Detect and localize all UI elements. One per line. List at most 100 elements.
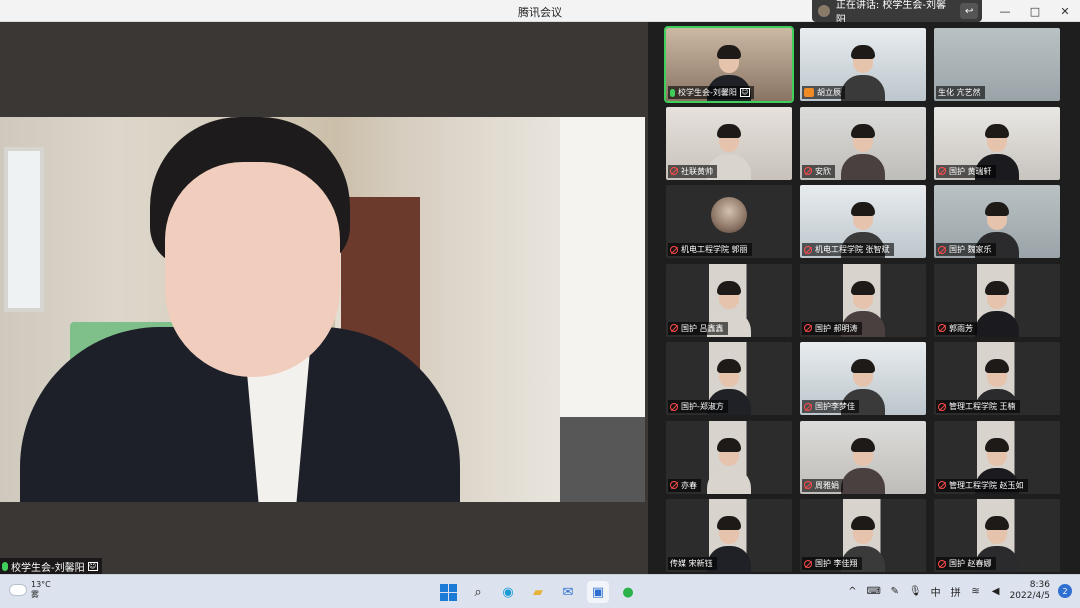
- participant-name: 郭雨芳: [949, 323, 973, 333]
- participant-name-tag: 机电工程学院 郭丽: [668, 243, 752, 256]
- participant-name-tag: 国护 魏家乐: [936, 243, 996, 256]
- background-floor: [560, 417, 645, 502]
- mic-muted-icon: [804, 402, 812, 411]
- participant-tile[interactable]: 管理工程学院 赵玉如: [934, 420, 1060, 494]
- participant-tile[interactable]: 周雅娟: [800, 420, 926, 494]
- participant-name-tag: 国护 赵春娜: [936, 557, 996, 570]
- host-icon: [804, 88, 814, 97]
- participant-tile[interactable]: 机电工程学院 张智斌: [800, 185, 926, 258]
- speaking-banner[interactable]: 正在讲话: 校学生会-刘馨阳 ↩: [812, 0, 982, 26]
- participant-tile[interactable]: 国护-郑淑方: [666, 342, 792, 415]
- microphone-icon[interactable]: 🎙: [909, 581, 922, 601]
- main-video-area[interactable]: 校学生会-刘馨阳 ☺: [0, 22, 648, 574]
- person-frame-icon: ☺: [87, 561, 98, 571]
- wifi-icon[interactable]: ≋: [970, 581, 982, 601]
- participant-name: 管理工程学院 赵玉如: [949, 480, 1024, 490]
- clock-time: 8:36: [1029, 580, 1050, 590]
- pen-icon[interactable]: ✎: [889, 581, 901, 601]
- participant-name: 生化 亢艺然: [938, 88, 981, 97]
- participant-tile[interactable]: 社联黄帅: [666, 106, 792, 180]
- participant-tile[interactable]: 国护 魏家乐: [934, 185, 1060, 258]
- edge-browser-icon[interactable]: ◉: [497, 581, 519, 603]
- background-wall: [560, 117, 645, 417]
- mic-on-icon: [670, 88, 675, 97]
- participant-tile[interactable]: 国护 李佳翔: [800, 499, 926, 572]
- participant-name-tag: 国护 李佳翔: [802, 557, 862, 570]
- maximize-button[interactable]: □: [1020, 0, 1050, 22]
- participant-tile[interactable]: 国护 吕鑫鑫: [666, 263, 792, 337]
- file-explorer-icon[interactable]: ▰: [527, 581, 549, 603]
- participant-tile[interactable]: 亦春: [666, 420, 792, 494]
- participant-gallery[interactable]: 校学生会-刘馨阳 ☺ 胡立辰 生化 亢艺然社联黄帅 安欣 国护 黄瑞轩机电工程学院 郭丽 机…: [648, 22, 1080, 574]
- windows-start-icon[interactable]: [437, 581, 459, 603]
- speaker-face: [165, 162, 340, 377]
- participant-name-tag: 机电工程学院 张智斌: [802, 243, 894, 256]
- participant-tile[interactable]: 传媒 宋新钰: [666, 499, 792, 572]
- participant-name-tag: 国护 郝明涛: [802, 321, 862, 335]
- mic-muted-icon: [938, 402, 946, 411]
- keyboard-icon[interactable]: ⌨: [866, 581, 880, 601]
- speaker-icon[interactable]: ◀: [990, 581, 1002, 601]
- participant-name: 机电工程学院 郭丽: [681, 245, 748, 254]
- mic-muted-icon: [804, 481, 812, 489]
- participant-name-tag: 国护李梦佳: [802, 400, 859, 413]
- mic-muted-icon: [804, 559, 812, 568]
- ime-mode[interactable]: 中: [930, 581, 942, 601]
- participant-name: 国护 吕鑫鑫: [681, 323, 724, 333]
- participant-figure: [841, 45, 885, 101]
- participant-name-tag: 周雅娟: [802, 478, 843, 492]
- participant-name-tag: 传媒 宋新钰: [668, 557, 717, 570]
- participant-name: 管理工程学院 王楠: [949, 402, 1016, 411]
- participant-tile[interactable]: 管理工程学院 王楠: [934, 342, 1060, 415]
- mail-icon[interactable]: ✉: [557, 581, 579, 603]
- participant-name: 国护 魏家乐: [949, 245, 992, 254]
- mic-muted-icon: [670, 324, 678, 332]
- participant-name: 国护 赵春娜: [949, 559, 992, 568]
- participant-tile[interactable]: 国护 郝明涛: [800, 263, 926, 337]
- search-icon[interactable]: ⌕: [467, 581, 489, 603]
- participant-name-tag: 国护-郑淑方: [668, 400, 728, 413]
- mic-muted-icon: [670, 245, 678, 254]
- wechat-icon[interactable]: ●: [617, 581, 639, 603]
- participant-name-tag: 胡立辰: [802, 86, 845, 99]
- participant-tile[interactable]: 国护李梦佳: [800, 342, 926, 415]
- title-bar: 腾讯会议 正在讲话: 校学生会-刘馨阳 ↩ — □ ✕: [0, 0, 1080, 26]
- participant-name: 国护 郝明涛: [815, 323, 858, 333]
- participant-tile[interactable]: 生化 亢艺然: [934, 28, 1060, 101]
- participant-tile[interactable]: 郭雨芳: [934, 263, 1060, 337]
- main-video-name: 校学生会-刘馨阳: [11, 562, 85, 574]
- clock[interactable]: 8:36 2022/4/5: [1010, 580, 1050, 602]
- notification-badge[interactable]: 2: [1058, 584, 1072, 598]
- participant-name: 传媒 宋新钰: [670, 559, 713, 568]
- participant-tile[interactable]: 胡立辰: [800, 28, 926, 101]
- participant-name-tag: 亦春: [668, 478, 701, 492]
- participant-name-tag: 管理工程学院 赵玉如: [936, 478, 1028, 492]
- minimize-button[interactable]: —: [990, 0, 1020, 22]
- participant-name: 机电工程学院 张智斌: [815, 245, 890, 254]
- weather-widget[interactable]: 13°C 雾: [10, 580, 51, 600]
- participant-name-tag: 社联黄帅: [668, 164, 717, 178]
- mic-muted-icon: [670, 167, 678, 175]
- mic-muted-icon: [938, 559, 946, 568]
- participant-name: 胡立辰: [817, 88, 841, 97]
- return-arrow-icon[interactable]: ↩: [960, 3, 978, 19]
- mic-on-icon: [2, 561, 8, 571]
- participant-tile[interactable]: 校学生会-刘馨阳 ☺: [664, 26, 794, 103]
- participant-tile[interactable]: 机电工程学院 郭丽: [666, 185, 792, 258]
- fog-icon: [10, 585, 26, 595]
- participant-name: 国护 黄瑞轩: [949, 166, 992, 176]
- tray-chevron-icon[interactable]: ^: [846, 581, 858, 601]
- close-button[interactable]: ✕: [1050, 0, 1080, 22]
- mic-muted-icon: [804, 245, 812, 254]
- participant-tile[interactable]: 国护 赵春娜: [934, 499, 1060, 572]
- ime-pinyin[interactable]: 拼: [950, 581, 962, 601]
- participant-tile[interactable]: 国护 黄瑞轩: [934, 106, 1060, 180]
- participant-name-tag: 管理工程学院 王楠: [936, 400, 1020, 413]
- mic-muted-icon: [938, 245, 946, 254]
- person-frame-icon: ☺: [739, 88, 750, 97]
- participant-tile[interactable]: 安欣: [800, 106, 926, 180]
- mic-muted-icon: [938, 167, 946, 175]
- speaker-avatar: [818, 5, 830, 17]
- tencent-meeting-icon[interactable]: ▣: [587, 581, 609, 603]
- window-controls: — □ ✕: [990, 0, 1080, 22]
